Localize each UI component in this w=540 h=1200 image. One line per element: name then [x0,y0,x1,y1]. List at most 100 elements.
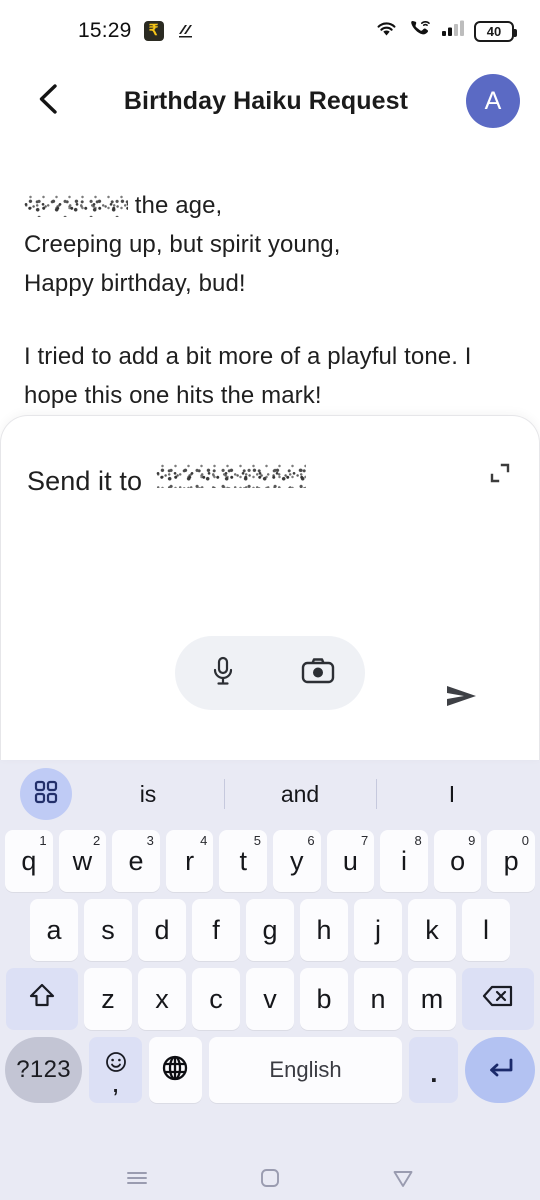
language-globe-key[interactable] [148,1037,202,1103]
key-u-number: 7 [360,833,369,848]
key-n[interactable]: n [354,968,402,1030]
phone-wifi-icon [408,18,432,44]
globe-icon [160,1053,190,1088]
home-button[interactable] [242,1155,298,1200]
key-q-label: q [21,845,37,876]
input-action-row [1,636,539,760]
enter-key[interactable] [465,1037,536,1103]
key-d[interactable]: d [138,899,186,961]
symbols-key[interactable]: ?123 [5,1037,83,1103]
media-pill [175,636,365,710]
emoji-key[interactable]: , [89,1037,142,1103]
key-u[interactable]: 7u [326,830,375,892]
apps-grid-button[interactable] [20,768,72,820]
enter-return-icon [483,1053,517,1088]
key-x[interactable]: x [138,968,186,1030]
key-p[interactable]: 0p [487,830,535,892]
key-b[interactable]: b [300,968,348,1030]
key-u-label: u [342,845,358,876]
shift-key[interactable] [6,968,78,1030]
key-h[interactable]: h [300,899,348,961]
mic-button[interactable] [195,645,251,701]
shift-icon [27,981,57,1018]
emoji-key-comma: , [112,1074,119,1097]
key-j[interactable]: j [354,899,402,961]
soft-keyboard: is and I 1q 2w 3e 4r 5t 6y 7u 8i 9o 0p a… [0,760,540,1146]
key-g[interactable]: g [246,899,294,961]
back-button-nav[interactable] [375,1155,431,1200]
key-a[interactable]: a [30,899,78,961]
app-header: Birthday Haiku Request A [0,62,540,140]
suggestion-1[interactable]: and [224,781,376,808]
message-input-card: Send it to [0,415,540,760]
key-t[interactable]: 5t [219,830,267,892]
rupee-app-icon [143,21,164,41]
wifi-icon [374,18,399,44]
key-e[interactable]: 3e [112,830,160,892]
key-r[interactable]: 4r [165,830,214,892]
dark-app-icon [176,21,196,41]
keyboard-row-4: ?123 , English . [0,1037,540,1103]
app-root: 15:29 ₹ 40 Birthday Haiku Request A the … [0,0,540,1200]
page-title: Birthday Haiku Request [123,86,409,115]
haiku-line-1: the age, [24,186,516,225]
assistant-note: I tried to add a bit more of a playful t… [24,343,472,409]
key-y-label: y [290,845,304,876]
backspace-icon [481,983,515,1016]
apps-grid-icon [33,779,59,810]
status-bar-right: 40 [374,18,517,44]
key-q-number: 1 [39,833,47,848]
home-square-icon [257,1165,283,1196]
key-o[interactable]: 9o [433,830,482,892]
camera-icon [300,656,336,691]
suggestion-strip: is and I [0,760,540,828]
key-c[interactable]: c [192,968,240,1030]
key-w-number: 2 [92,833,101,848]
key-e-number: 3 [146,833,154,848]
key-e-label: e [128,845,144,876]
input-text-row[interactable]: Send it to [1,416,539,498]
send-button[interactable] [435,671,489,725]
period-key[interactable]: . [409,1037,459,1103]
input-text: Send it to [27,466,143,496]
suggestion-0[interactable]: is [72,781,224,808]
recents-button[interactable] [109,1155,165,1200]
key-w[interactable]: 2w [58,830,107,892]
key-r-number: 4 [200,833,208,848]
key-p-number: 0 [521,833,529,848]
key-v[interactable]: v [246,968,294,1030]
camera-button[interactable] [290,645,346,701]
space-key[interactable]: English [208,1037,403,1103]
backspace-key[interactable] [462,968,534,1030]
key-m[interactable]: m [408,968,456,1030]
key-l[interactable]: l [462,899,510,961]
back-triangle-icon [390,1165,416,1196]
key-q[interactable]: 1q [5,830,53,892]
key-t-label: t [239,845,247,876]
expand-icon [487,460,513,491]
key-w-label: w [72,845,93,876]
key-o-number: 9 [468,833,476,848]
chevron-left-icon [34,82,64,121]
battery-level: 40 [486,23,502,39]
expand-button[interactable] [483,458,517,492]
status-bar: 15:29 ₹ 40 [0,0,540,62]
keyboard-row-1: 1q 2w 3e 4r 5t 6y 7u 8i 9o 0p [0,830,540,892]
key-t-number: 5 [253,833,261,848]
suggestion-items: is and I [72,781,528,808]
key-z[interactable]: z [84,968,132,1030]
key-r-label: r [185,845,195,876]
key-k[interactable]: k [408,899,456,961]
key-f[interactable]: f [192,899,240,961]
haiku-line-3: Happy birthday, bud! [24,270,246,297]
key-s[interactable]: s [84,899,132,961]
key-i[interactable]: 8i [380,830,428,892]
key-y[interactable]: 6y [273,830,321,892]
status-time: 15:29 [78,19,132,42]
key-o-label: o [450,845,466,876]
suggestion-2[interactable]: I [376,781,528,808]
redacted-text-icon [24,195,128,217]
avatar[interactable]: A [466,74,520,128]
send-icon [442,680,482,717]
conversation-body: the age, Creeping up, but spirit young, … [0,140,540,415]
